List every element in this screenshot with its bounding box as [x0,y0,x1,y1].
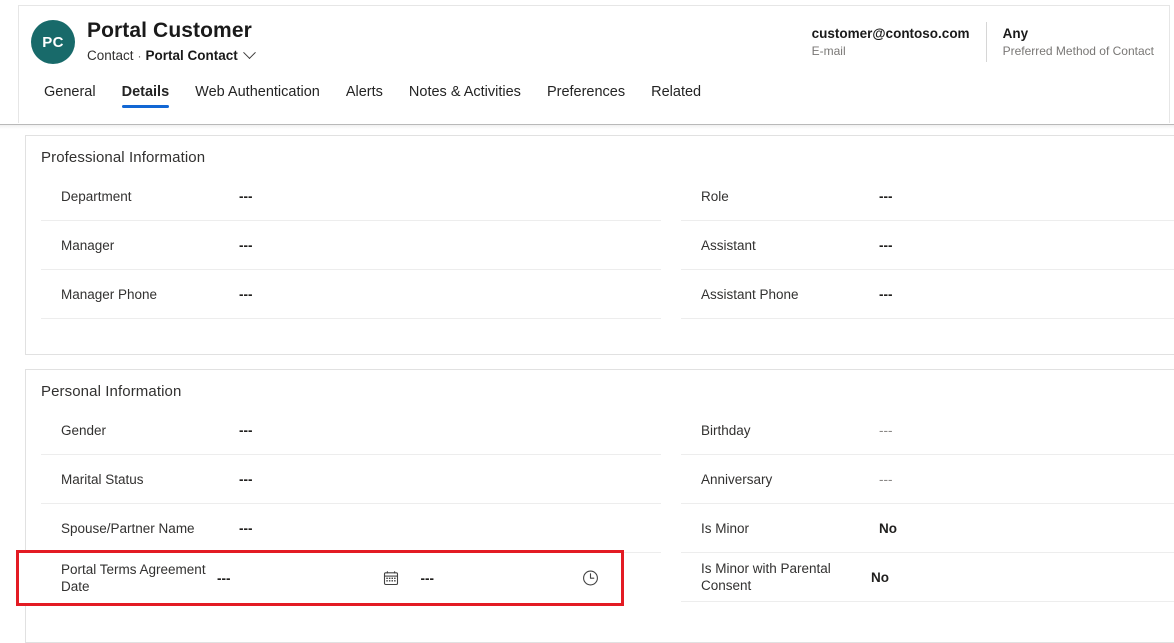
field-row-manager[interactable]: Manager --- [41,221,661,270]
field-label: Role [701,188,879,205]
section-columns: Gender --- Marital Status --- Spouse/Par… [26,406,1174,603]
tab-strip: General Details Web Authentication Alert… [19,78,1169,123]
clock-icon[interactable] [582,570,599,587]
field-label: Marital Status [61,471,239,488]
record-header: PC Portal Customer Contact · Portal Cont… [18,5,1170,123]
subtitle-separator: · [138,49,142,63]
tab-alerts[interactable]: Alerts [333,78,396,114]
field-row-is-minor-with-parental-consent[interactable]: Is Minor with Parental Consent No [681,553,1174,602]
field-value[interactable]: --- [239,287,253,302]
calendar-icon[interactable] [383,570,399,586]
tab-details[interactable]: Details [109,78,183,114]
form-selector-label[interactable]: Portal Contact [146,48,238,63]
field-value[interactable]: No [879,521,897,536]
section-title: Professional Information [26,136,1174,172]
field-row-birthday[interactable]: Birthday --- [681,406,1174,455]
field-value[interactable]: --- [239,521,253,536]
field-label: Spouse/Partner Name [61,520,239,537]
section-filler [41,319,661,347]
preferred-contact-label: Preferred Method of Contact [1003,43,1154,59]
field-label: Anniversary [701,471,879,488]
tab-preferences[interactable]: Preferences [534,78,638,114]
field-value[interactable]: --- [239,238,253,253]
tab-web-authentication[interactable]: Web Authentication [182,78,333,114]
header-stats: customer@contoso.com E-mail Any Preferre… [796,20,1164,64]
section-filler [681,319,1174,347]
field-label: Assistant Phone [701,286,879,303]
form-content: Professional Information Department --- … [0,129,1174,643]
section-column-right: Role --- Assistant --- Assistant Phone -… [681,172,1174,347]
field-row-assistant[interactable]: Assistant --- [681,221,1174,270]
field-label: Department [61,188,239,205]
app-window: PC Portal Customer Contact · Portal Cont… [0,0,1174,643]
field-row-gender[interactable]: Gender --- [41,406,661,455]
section-column-right: Birthday --- Anniversary --- Is Minor No… [681,406,1174,603]
section-title: Personal Information [26,370,1174,406]
preferred-contact-value: Any [1003,25,1154,43]
record-subtitle: Contact · Portal Contact [87,48,254,63]
field-label: Portal Terms Agreement Date [61,561,217,595]
email-value: customer@contoso.com [812,25,970,43]
header-top: PC Portal Customer Contact · Portal Cont… [19,6,1169,78]
field-value[interactable]: --- [879,472,893,487]
avatar: PC [31,20,75,64]
field-row-marital-status[interactable]: Marital Status --- [41,455,661,504]
header-stat-email: customer@contoso.com E-mail [796,20,986,64]
section-professional-information: Professional Information Department --- … [25,135,1174,355]
field-value[interactable]: --- [239,472,253,487]
section-column-left: Gender --- Marital Status --- Spouse/Par… [41,406,661,603]
tab-notes-activities[interactable]: Notes & Activities [396,78,534,114]
field-row-anniversary[interactable]: Anniversary --- [681,455,1174,504]
field-label: Is Minor with Parental Consent [701,560,871,594]
field-value[interactable]: No [871,570,889,585]
tab-related[interactable]: Related [638,78,714,114]
field-value[interactable]: --- [879,238,893,253]
entity-type-label: Contact [87,48,134,63]
highlighted-field-wrapper: Portal Terms Agreement Date --- [41,553,661,603]
section-column-left: Department --- Manager --- Manager Phone… [41,172,661,347]
field-label: Manager Phone [61,286,239,303]
field-label: Gender [61,422,239,439]
field-row-portal-terms-agreement-date[interactable]: Portal Terms Agreement Date --- [19,553,621,603]
field-row-assistant-phone[interactable]: Assistant Phone --- [681,270,1174,319]
date-time-controls: --- [231,570,622,586]
field-label: Is Minor [701,520,879,537]
field-value[interactable]: --- [879,189,893,204]
field-label: Birthday [701,422,879,439]
field-row-department[interactable]: Department --- [41,172,661,221]
tab-general[interactable]: General [31,78,109,114]
field-value[interactable]: --- [239,423,253,438]
field-value[interactable]: --- [239,189,253,204]
chevron-down-icon[interactable] [243,46,256,59]
section-columns: Department --- Manager --- Manager Phone… [26,172,1174,347]
date-value[interactable]: --- [217,571,231,586]
field-value[interactable]: --- [879,287,893,302]
field-value[interactable]: --- [879,423,893,438]
field-row-role[interactable]: Role --- [681,172,1174,221]
field-label: Manager [61,237,239,254]
header-stat-preferred-contact: Any Preferred Method of Contact [987,20,1164,64]
page-title: Portal Customer [87,19,252,43]
field-row-is-minor[interactable]: Is Minor No [681,504,1174,553]
field-row-manager-phone[interactable]: Manager Phone --- [41,270,661,319]
email-label: E-mail [812,43,970,59]
section-personal-information: Personal Information Gender --- Marital … [25,369,1174,643]
field-row-spouse-partner-name[interactable]: Spouse/Partner Name --- [41,504,661,553]
field-label: Assistant [701,237,879,254]
time-value[interactable]: --- [421,571,435,586]
